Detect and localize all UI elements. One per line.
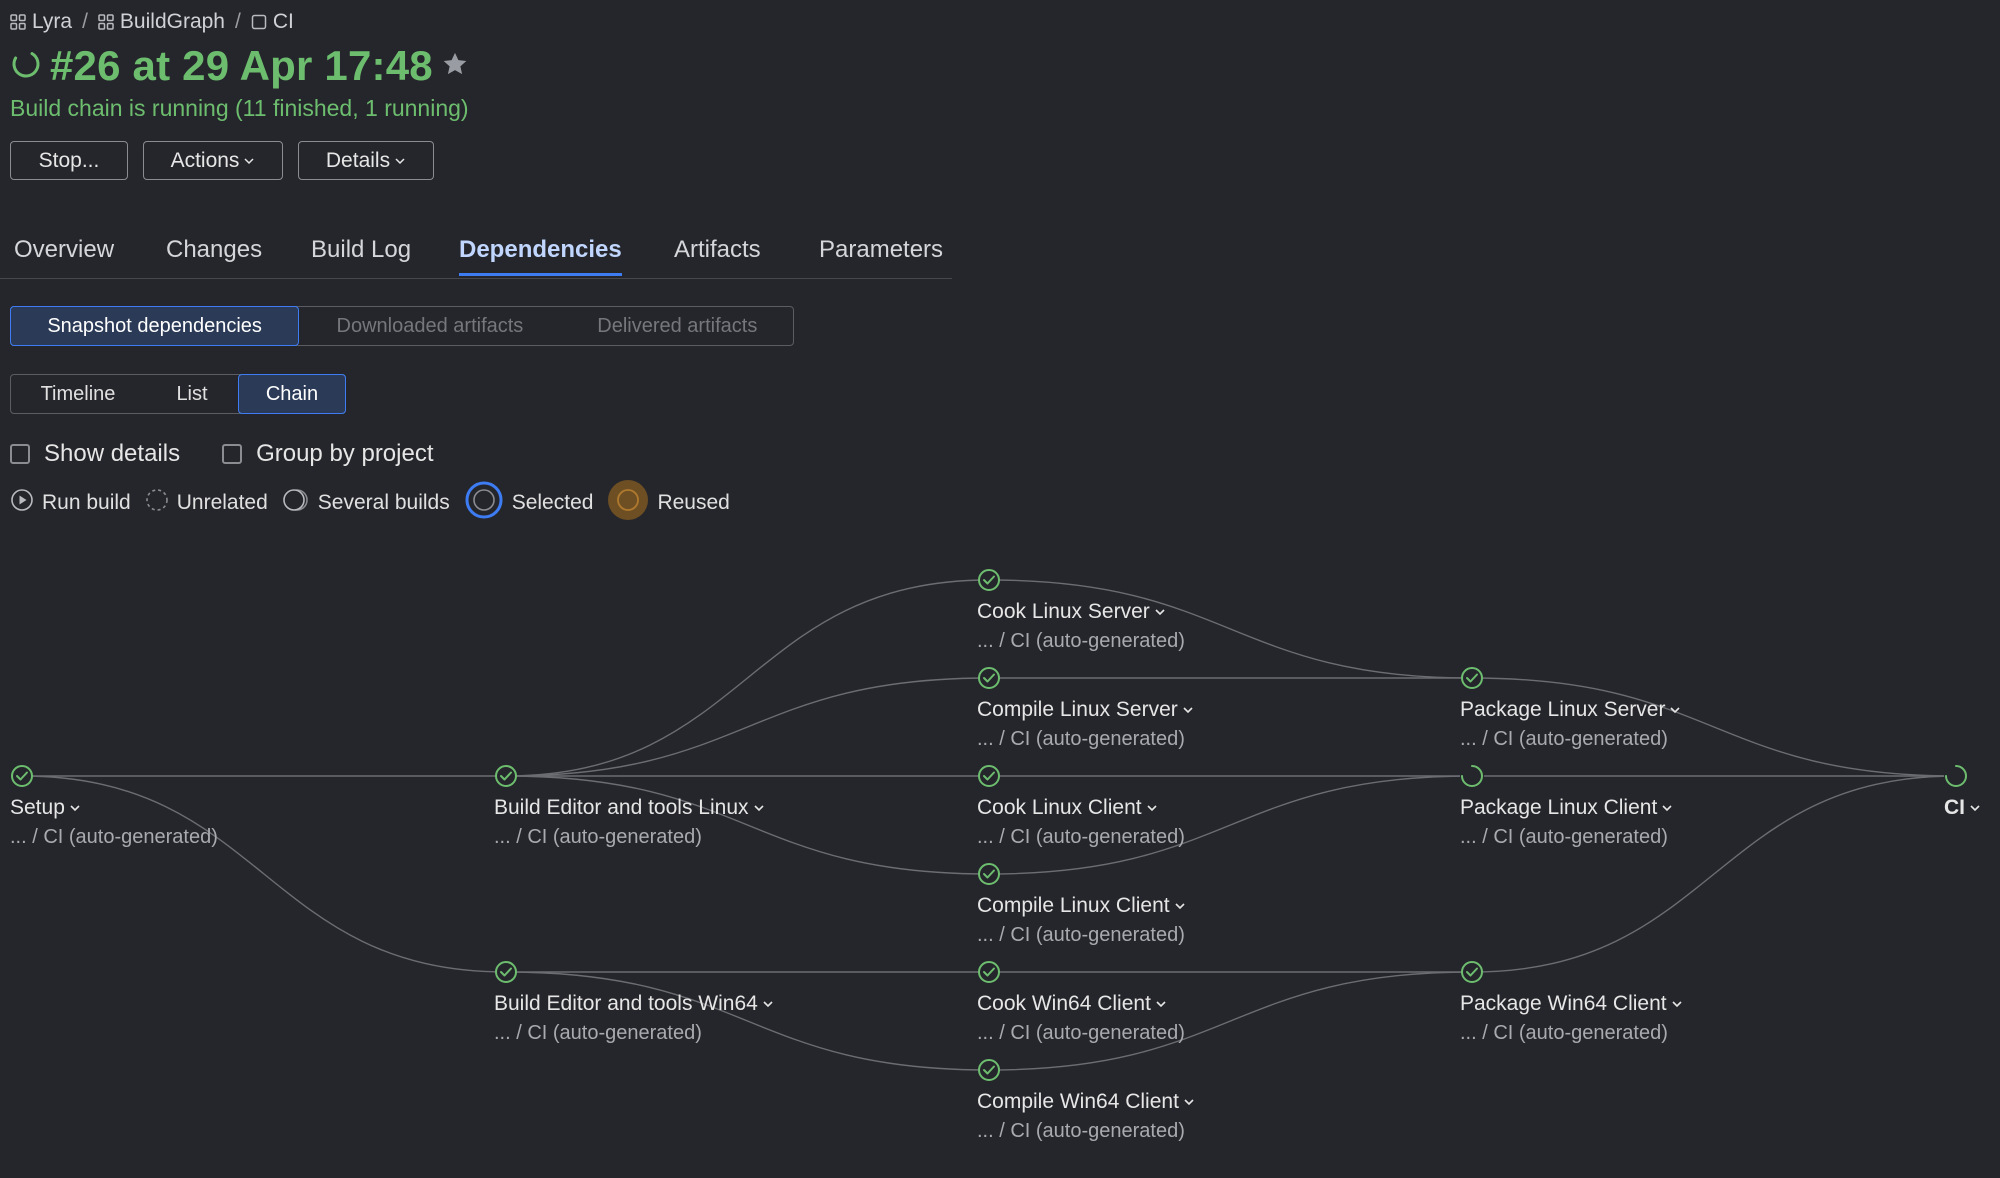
chevron-down-icon — [1669, 698, 1681, 722]
build-node-name-text: Package Linux Server — [1460, 698, 1666, 721]
build-node-config-path: ... / CI (auto-generated) — [494, 1022, 702, 1044]
build-node-config-path: ... / CI (auto-generated) — [977, 1120, 1185, 1142]
build-node-name-text: CI — [1944, 796, 1965, 819]
success-check-icon[interactable] — [978, 569, 1000, 591]
chevron-down-icon — [1146, 796, 1158, 820]
build-results-page: Lyra / BuildGraph / CI #26 at 29 Apr 17:… — [0, 0, 2000, 1178]
build-node-name-text: Setup — [10, 796, 65, 819]
success-check-icon[interactable] — [978, 863, 1000, 885]
build-node-name[interactable]: Cook Linux Client — [977, 796, 1158, 820]
build-node-name-text: Compile Linux Client — [977, 894, 1170, 917]
chevron-down-icon — [1155, 992, 1167, 1016]
dependency-edge — [1471, 677, 1957, 777]
dependency-edge — [505, 775, 990, 875]
build-node-name-text: Build Editor and tools Linux — [494, 796, 749, 819]
build-node-config-path: ... / CI (auto-generated) — [977, 728, 1185, 750]
dependency-edge — [988, 775, 1473, 875]
build-node-name[interactable]: Setup — [10, 796, 81, 820]
build-node-name[interactable]: Compile Win64 Client — [977, 1090, 1195, 1114]
build-node-config-path: ... / CI (auto-generated) — [1460, 826, 1668, 848]
running-spinner-icon[interactable] — [1944, 764, 1968, 788]
chevron-down-icon — [1154, 600, 1166, 624]
dependency-edge — [21, 775, 507, 973]
chevron-down-icon — [1661, 796, 1673, 820]
success-check-icon[interactable] — [978, 961, 1000, 983]
build-node-name[interactable]: Package Linux Client — [1460, 796, 1673, 820]
chevron-down-icon — [1183, 1090, 1195, 1114]
build-node-name-text: Package Linux Client — [1460, 796, 1658, 819]
build-node-name-text: Compile Linux Server — [977, 698, 1178, 721]
success-check-icon[interactable] — [11, 765, 33, 787]
chevron-down-icon — [69, 796, 81, 820]
chevron-down-icon — [1671, 992, 1683, 1016]
running-spinner-icon[interactable] — [1460, 764, 1484, 788]
build-node-name[interactable]: Cook Win64 Client — [977, 992, 1167, 1016]
success-check-icon[interactable] — [978, 667, 1000, 689]
build-node-name[interactable]: Cook Linux Server — [977, 600, 1166, 624]
success-check-icon[interactable] — [495, 961, 517, 983]
dependency-edge — [505, 971, 990, 1071]
success-check-icon[interactable] — [495, 765, 517, 787]
build-node-config-path: ... / CI (auto-generated) — [494, 826, 702, 848]
build-node-name-text: Package Win64 Client — [1460, 992, 1667, 1015]
success-check-icon[interactable] — [978, 1059, 1000, 1081]
build-node-name[interactable]: Package Linux Server — [1460, 698, 1681, 722]
build-node-name-text: Cook Linux Client — [977, 796, 1142, 819]
build-node-name-text: Cook Win64 Client — [977, 992, 1151, 1015]
chevron-down-icon — [753, 796, 765, 820]
build-node-name-text: Compile Win64 Client — [977, 1090, 1179, 1113]
chevron-down-icon — [1174, 894, 1186, 918]
dependency-edge — [505, 677, 990, 777]
dependency-edge — [988, 971, 1473, 1071]
chevron-down-icon — [1182, 698, 1194, 722]
build-node-config-path: ... / CI (auto-generated) — [1460, 728, 1668, 750]
build-node-name[interactable]: Package Win64 Client — [1460, 992, 1683, 1016]
build-node-name[interactable]: CI — [1944, 796, 1981, 820]
build-node-config-path: ... / CI (auto-generated) — [1460, 1022, 1668, 1044]
dependency-edge — [505, 579, 990, 777]
dependency-edge — [988, 579, 1473, 679]
build-node-config-path: ... / CI (auto-generated) — [977, 826, 1185, 848]
build-node-name[interactable]: Compile Linux Client — [977, 894, 1186, 918]
build-node-config-path: ... / CI (auto-generated) — [977, 1022, 1185, 1044]
build-node-name-text: Cook Linux Server — [977, 600, 1150, 623]
success-check-icon[interactable] — [978, 765, 1000, 787]
build-node-name[interactable]: Compile Linux Server — [977, 698, 1194, 722]
chevron-down-icon — [1969, 796, 1981, 820]
build-node-config-path: ... / CI (auto-generated) — [977, 630, 1185, 652]
build-node-name[interactable]: Build Editor and tools Win64 — [494, 992, 774, 1016]
success-check-icon[interactable] — [1461, 667, 1483, 689]
chevron-down-icon — [762, 992, 774, 1016]
build-node-name-text: Build Editor and tools Win64 — [494, 992, 758, 1015]
build-node-name[interactable]: Build Editor and tools Linux — [494, 796, 765, 820]
success-check-icon[interactable] — [1461, 961, 1483, 983]
build-node-config-path: ... / CI (auto-generated) — [10, 826, 218, 848]
build-node-config-path: ... / CI (auto-generated) — [977, 924, 1185, 946]
